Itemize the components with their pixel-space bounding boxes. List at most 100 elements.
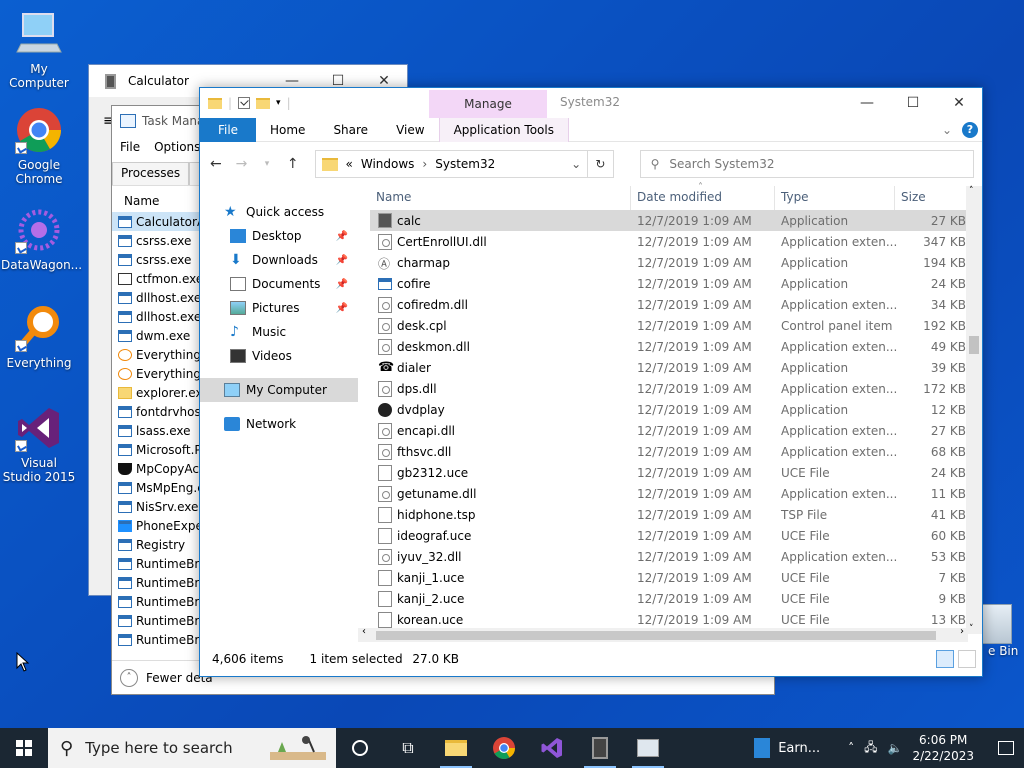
nav-my-computer[interactable]: My Computer bbox=[200, 378, 358, 402]
address-bar[interactable]: « Windows › System32 ⌄ bbox=[314, 150, 589, 178]
taskbar-file-explorer[interactable] bbox=[432, 728, 480, 768]
tab-application-tools[interactable]: Application Tools bbox=[438, 117, 569, 142]
network-icon[interactable]: 🖧 bbox=[864, 738, 877, 759]
clock[interactable]: 6:06 PM 2/22/2023 bbox=[912, 732, 974, 764]
search-input[interactable]: Search System32 bbox=[669, 157, 774, 171]
earn-notification[interactable]: Earn... bbox=[754, 738, 820, 758]
close-button[interactable]: ✕ bbox=[936, 88, 982, 118]
nav-network[interactable]: Network bbox=[200, 412, 358, 436]
address-dropdown-icon[interactable]: ⌄ bbox=[565, 157, 587, 171]
customize-qat-icon[interactable]: ▾ bbox=[276, 98, 281, 108]
chevron-up-icon[interactable]: ˄ bbox=[120, 668, 138, 687]
scroll-thumb[interactable] bbox=[376, 631, 936, 640]
file-row[interactable]: dps.dll 12/7/2019 1:09 AM Application exte… bbox=[370, 378, 982, 399]
file-row[interactable]: calc 12/7/2019 1:09 AM Application 27 KB bbox=[370, 210, 982, 231]
file-row[interactable]: ideograf.uce 12/7/2019 1:09 AM UCE File 60 … bbox=[370, 525, 982, 546]
scroll-down-icon[interactable]: ˅ bbox=[969, 624, 974, 634]
file-row[interactable]: gb2312.uce 12/7/2019 1:09 AM UCE File 24 KB bbox=[370, 462, 982, 483]
nav-desktop[interactable]: Desktop 📌 bbox=[200, 224, 358, 248]
breadcrumb-overflow[interactable]: « bbox=[346, 157, 353, 171]
file-row[interactable]: desk.cpl 12/7/2019 1:09 AM Control panel i… bbox=[370, 315, 982, 336]
breadcrumb-system32[interactable]: System32 bbox=[435, 157, 495, 171]
taskbar-search-input[interactable]: Type here to search bbox=[85, 739, 232, 757]
search-box[interactable]: ⚲ Search System32 bbox=[639, 150, 974, 178]
file-row[interactable]: fthsvc.dll 12/7/2019 1:09 AM Application e… bbox=[370, 441, 982, 462]
chevron-up-icon[interactable]: ˄ bbox=[848, 741, 854, 755]
tab-home[interactable]: Home bbox=[256, 123, 319, 137]
desktop-icon-my-computer[interactable]: My Computer bbox=[1, 10, 77, 90]
nav-music[interactable]: ♪ Music bbox=[200, 320, 358, 344]
scroll-thumb[interactable] bbox=[969, 336, 979, 354]
horizontal-scrollbar[interactable]: ‹ › bbox=[358, 626, 968, 642]
file-row[interactable]: iyuv_32.dll 12/7/2019 1:09 AM Application … bbox=[370, 546, 982, 567]
taskbar-task-manager[interactable] bbox=[624, 728, 672, 768]
taskbar-search-box[interactable]: ⚲ Type here to search bbox=[48, 728, 336, 768]
file-row[interactable]: getuname.dll 12/7/2019 1:09 AM Application… bbox=[370, 483, 982, 504]
pin-icon[interactable]: 📌 bbox=[336, 279, 348, 290]
scroll-up-icon[interactable]: ˄ bbox=[969, 186, 974, 196]
menu-file[interactable]: File bbox=[120, 140, 140, 154]
pin-icon[interactable]: 📌 bbox=[336, 231, 348, 242]
desktop-icon-datawagon[interactable]: DataWagon... bbox=[1, 206, 82, 272]
tab-share[interactable]: Share bbox=[319, 123, 382, 137]
forward-arrow-icon[interactable]: → bbox=[234, 156, 250, 172]
file-row[interactable]: dvdplay 12/7/2019 1:09 AM Application 12 KB bbox=[370, 399, 982, 420]
manage-contextual-tab[interactable]: Manage bbox=[429, 90, 547, 118]
tab-processes[interactable]: Processes bbox=[112, 162, 190, 185]
task-view-button[interactable] bbox=[336, 728, 384, 768]
nav-downloads[interactable]: ⬇ Downloads 📌 bbox=[200, 248, 358, 272]
column-header-date[interactable]: Date modified bbox=[637, 190, 722, 204]
file-row[interactable]: kanji_2.uce 12/7/2019 1:09 AM UCE File 9 KB bbox=[370, 588, 982, 609]
recent-locations-icon[interactable]: ▾ bbox=[259, 159, 275, 169]
help-icon[interactable]: ? bbox=[962, 121, 978, 138]
file-row[interactable]: cofiredm.dll 12/7/2019 1:09 AM Application… bbox=[370, 294, 982, 315]
tab-view[interactable]: View bbox=[382, 123, 438, 137]
new-folder-icon[interactable] bbox=[256, 97, 271, 109]
taskbar-chrome[interactable] bbox=[480, 728, 528, 768]
maximize-button[interactable]: ☐ bbox=[890, 88, 936, 118]
column-header-name[interactable]: Name bbox=[376, 190, 411, 204]
nav-pictures[interactable]: Pictures 📌 bbox=[200, 296, 358, 320]
action-center-icon[interactable] bbox=[998, 741, 1014, 755]
breadcrumb-windows[interactable]: Windows bbox=[361, 157, 415, 171]
file-row[interactable]: CertEnrollUI.dll 12/7/2019 1:09 AM Applica… bbox=[370, 231, 982, 252]
back-arrow-icon[interactable]: ← bbox=[208, 156, 224, 172]
start-button[interactable] bbox=[0, 728, 48, 768]
nav-documents[interactable]: Documents 📌 bbox=[200, 272, 358, 296]
up-arrow-icon[interactable]: ↑ bbox=[285, 156, 301, 172]
file-row[interactable]: korean.uce 12/7/2019 1:09 AM UCE File 13 KB bbox=[370, 609, 982, 630]
tab-file[interactable]: File bbox=[200, 117, 256, 142]
details-view-icon[interactable] bbox=[936, 650, 954, 668]
large-icons-view-icon[interactable] bbox=[958, 650, 976, 668]
file-row[interactable]: encapi.dll 12/7/2019 1:09 AM Application e… bbox=[370, 420, 982, 441]
taskbar-calculator[interactable] bbox=[576, 728, 624, 768]
desktop-icon-google-chrome[interactable]: Google Chrome bbox=[1, 106, 77, 186]
file-row[interactable]: deskmon.dll 12/7/2019 1:09 AM Application … bbox=[370, 336, 982, 357]
nav-quick-access[interactable]: ★ Quick access bbox=[200, 200, 358, 224]
scroll-left-icon[interactable]: ‹ bbox=[362, 626, 366, 637]
taskbar-visual-studio[interactable] bbox=[528, 728, 576, 768]
file-explorer-window[interactable]: | ▾ | Manage System32 — ☐ ✕ File Home Sh… bbox=[199, 87, 983, 677]
column-header-size[interactable]: Size bbox=[901, 190, 926, 204]
breadcrumb-separator-icon[interactable]: › bbox=[422, 157, 427, 171]
nav-videos[interactable]: Videos bbox=[200, 344, 358, 368]
minimize-button[interactable]: — bbox=[844, 88, 890, 118]
desktop-icon-visual-studio[interactable]: Visual Studio 2015 bbox=[1, 404, 77, 484]
timeline-button[interactable]: ⧉ bbox=[384, 728, 432, 768]
expand-ribbon-icon[interactable]: ⌄ bbox=[942, 123, 952, 137]
column-header-type[interactable]: Type bbox=[781, 190, 809, 204]
volume-icon[interactable]: 🔈 bbox=[888, 741, 903, 755]
scroll-right-icon[interactable]: › bbox=[960, 626, 964, 637]
vertical-scrollbar[interactable]: ˄ ˅ bbox=[966, 186, 982, 634]
file-row[interactable]: kanji_1.uce 12/7/2019 1:09 AM UCE File 7 KB bbox=[370, 567, 982, 588]
menu-options[interactable]: Options bbox=[154, 140, 200, 154]
pin-icon[interactable]: 📌 bbox=[336, 255, 348, 266]
properties-icon[interactable] bbox=[238, 97, 251, 109]
refresh-icon[interactable]: ↻ bbox=[588, 150, 614, 178]
file-row[interactable]: Ⓐcharmap 12/7/2019 1:09 AM Application 194 … bbox=[370, 252, 982, 273]
file-row[interactable]: hidphone.tsp 12/7/2019 1:09 AM TSP File 41 … bbox=[370, 504, 982, 525]
file-row[interactable]: cofire 12/7/2019 1:09 AM Application 24 KB bbox=[370, 273, 982, 294]
file-row[interactable]: ☎ dialer 12/7/2019 1:09 AM Application 39 KB bbox=[370, 357, 982, 378]
explorer-titlebar[interactable]: | ▾ | Manage System32 — ☐ ✕ bbox=[200, 88, 982, 118]
pin-icon[interactable]: 📌 bbox=[336, 303, 348, 314]
